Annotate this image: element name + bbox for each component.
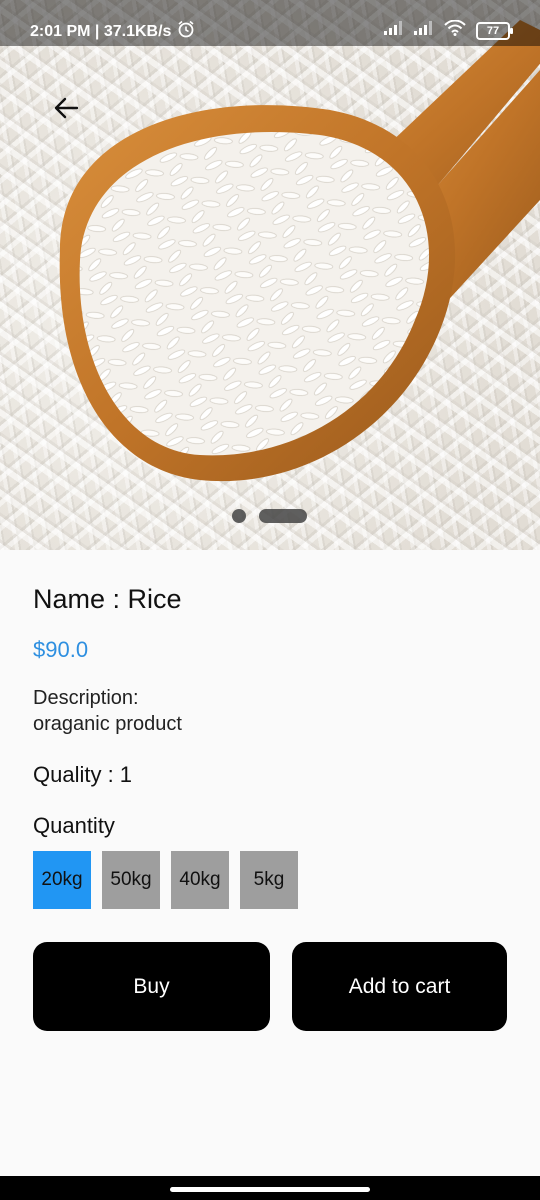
product-name: Name : Rice	[33, 584, 182, 614]
status-time: 2:01 PM | 37.1KB/s	[30, 22, 172, 40]
description-text: oraganic product	[33, 713, 182, 735]
battery-icon: 77	[476, 21, 513, 40]
quantity-options: 20kg 50kg 40kg 5kg	[33, 851, 298, 909]
quantity-option-20kg[interactable]: 20kg	[33, 851, 91, 909]
carousel-dot[interactable]	[232, 509, 246, 523]
add-to-cart-button[interactable]: Add to cart	[292, 942, 507, 1031]
status-bar: 2:01 PM | 37.1KB/s 77	[0, 0, 540, 46]
arrow-left-icon	[53, 96, 79, 125]
carousel-indicator	[232, 509, 307, 523]
signal-icon	[414, 21, 434, 40]
quantity-option-50kg[interactable]: 50kg	[102, 851, 160, 909]
description-label: Description:	[33, 687, 139, 709]
product-image	[0, 0, 540, 550]
carousel-dot-active[interactable]	[259, 509, 307, 523]
back-button[interactable]	[46, 90, 86, 130]
quantity-option-40kg[interactable]: 40kg	[171, 851, 229, 909]
buy-button[interactable]: Buy	[33, 942, 270, 1031]
wifi-icon	[444, 19, 466, 41]
alarm-icon	[177, 20, 195, 43]
signal-icon	[384, 21, 404, 40]
home-indicator[interactable]	[170, 1187, 370, 1192]
product-price: $90.0	[33, 637, 89, 662]
system-nav-bar	[0, 1176, 540, 1200]
product-quality: Quality : 1	[33, 762, 133, 787]
rice-spoon-illustration	[59, 20, 540, 482]
quantity-option-5kg[interactable]: 5kg	[240, 851, 298, 909]
quantity-title: Quantity	[33, 813, 115, 838]
